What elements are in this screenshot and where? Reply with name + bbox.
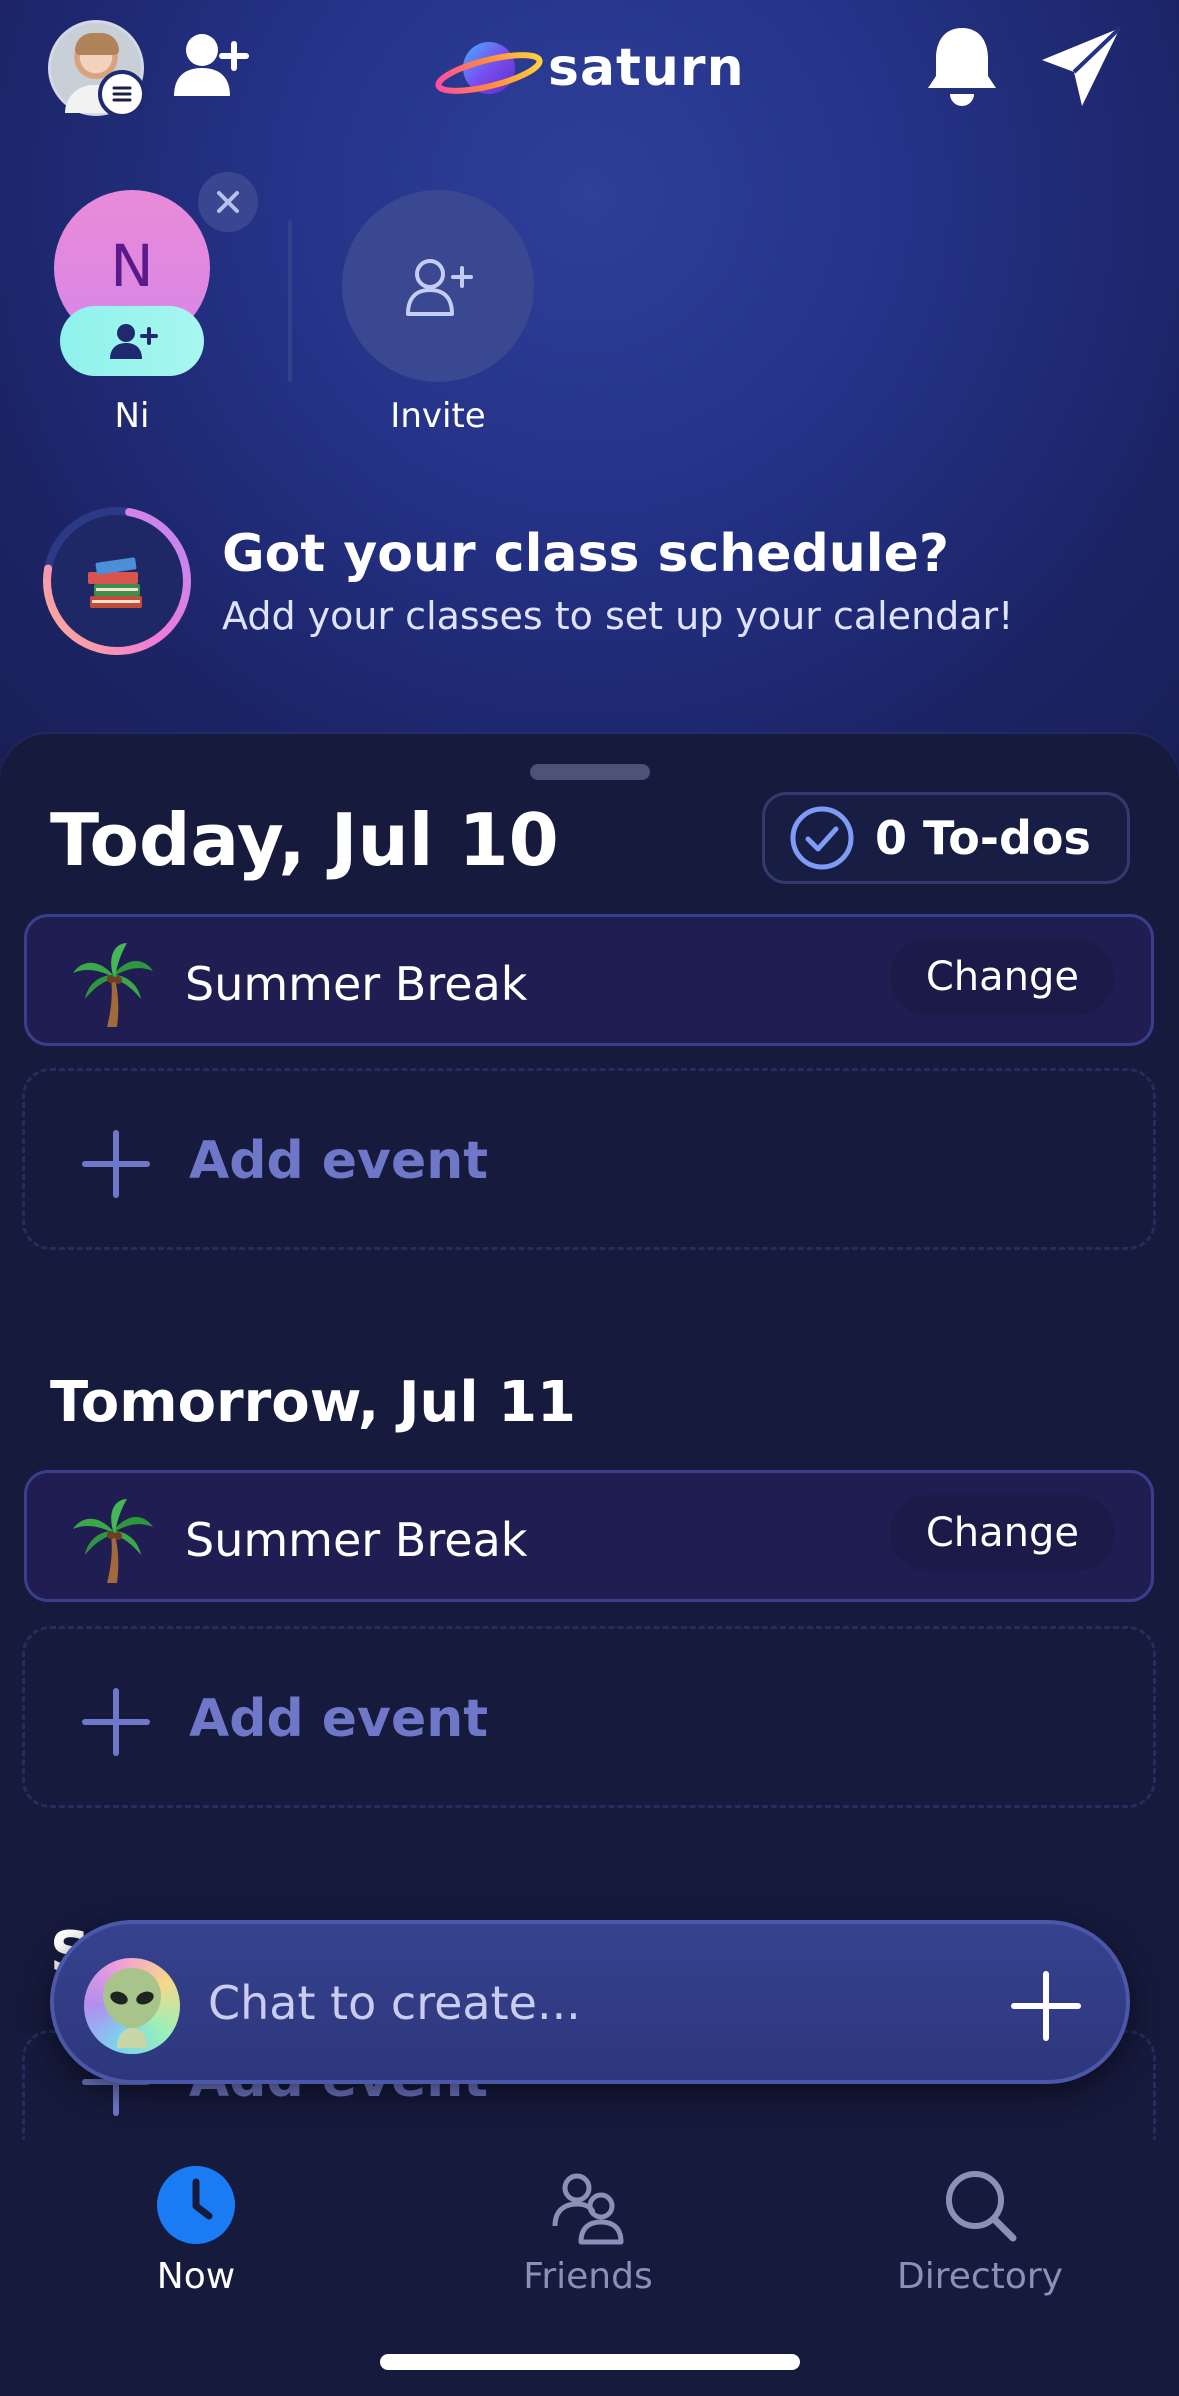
- schedule-prompt-title[interactable]: Got your class schedule?: [222, 524, 949, 584]
- todos-label: 0 To-dos: [875, 811, 1091, 865]
- home-indicator[interactable]: [380, 2354, 800, 2370]
- plus-icon[interactable]: [1006, 1966, 1086, 2046]
- change-event-button[interactable]: Change: [889, 939, 1115, 1015]
- planet-icon: [435, 42, 543, 94]
- nav-label: Directory: [897, 2256, 1063, 2297]
- invite-person-icon: [406, 259, 473, 316]
- event-card[interactable]: Summer Break Change: [24, 1470, 1154, 1602]
- nav-tab-now[interactable]: Now: [66, 2140, 326, 2297]
- friend-name: Ni: [114, 396, 150, 436]
- check-circle-icon: [790, 806, 854, 870]
- add-event-button[interactable]: Add event: [22, 1068, 1156, 1250]
- invite-label: Invite: [390, 396, 486, 436]
- nav-tab-friends[interactable]: Friends: [458, 2140, 718, 2297]
- top-bar: saturn: [0, 0, 1179, 130]
- dismiss-suggestion-button[interactable]: [198, 172, 258, 232]
- nav-label: Now: [156, 2256, 236, 2297]
- todos-button[interactable]: 0 To-dos: [762, 792, 1130, 884]
- palm-tree-icon: [73, 943, 153, 1027]
- nav-tab-directory[interactable]: Directory: [850, 2140, 1110, 2297]
- nav-label: Friends: [523, 2256, 653, 2297]
- menu-icon[interactable]: [98, 70, 146, 118]
- chat-placeholder[interactable]: Chat to create...: [208, 1976, 581, 2030]
- add-friend-icon[interactable]: [170, 26, 250, 106]
- invite-button[interactable]: [342, 190, 534, 382]
- books-icon: [88, 557, 142, 608]
- add-event-label: Add event: [189, 1131, 489, 1191]
- event-name: Summer Break: [185, 957, 528, 1011]
- schedule-prompt-subtitle[interactable]: Add your classes to set up your calendar…: [222, 594, 1013, 638]
- change-event-button[interactable]: Change: [889, 1495, 1115, 1571]
- saturn-logo: saturn: [434, 28, 745, 108]
- alien-assistant-avatar: [84, 1958, 180, 2054]
- palm-tree-icon: [73, 1499, 153, 1583]
- friends-divider: [288, 220, 292, 382]
- add-person-icon: [110, 324, 158, 359]
- avatar-hair: [75, 33, 119, 55]
- search-icon: [946, 2171, 1017, 2242]
- day-title-today: Today, Jul 10: [50, 798, 559, 882]
- bell-icon[interactable]: [922, 24, 1002, 110]
- sheet-grabber[interactable]: [530, 764, 650, 780]
- clock-icon: [157, 2166, 235, 2244]
- send-icon[interactable]: [1038, 24, 1124, 110]
- event-card[interactable]: Summer Break Change: [24, 914, 1154, 1046]
- friend-ni[interactable]: N: [54, 190, 210, 376]
- close-icon: [217, 191, 239, 213]
- alien-icon: [103, 1968, 161, 2048]
- add-friend-badge[interactable]: [60, 306, 204, 376]
- friend-initial: N: [110, 232, 154, 300]
- plus-icon: [82, 1688, 150, 1756]
- logo-text: saturn: [548, 38, 745, 98]
- plus-icon: [82, 1130, 150, 1198]
- add-event-label: Add event: [189, 1689, 489, 1749]
- schedule-progress-ring[interactable]: [40, 504, 194, 658]
- day-title-tomorrow: Tomorrow, Jul 11: [50, 1370, 577, 1435]
- event-name: Summer Break: [185, 1513, 528, 1567]
- chat-input-bar[interactable]: Chat to create...: [50, 1920, 1130, 2084]
- friends-icon: [552, 2173, 624, 2245]
- add-event-button[interactable]: Add event: [22, 1626, 1156, 1808]
